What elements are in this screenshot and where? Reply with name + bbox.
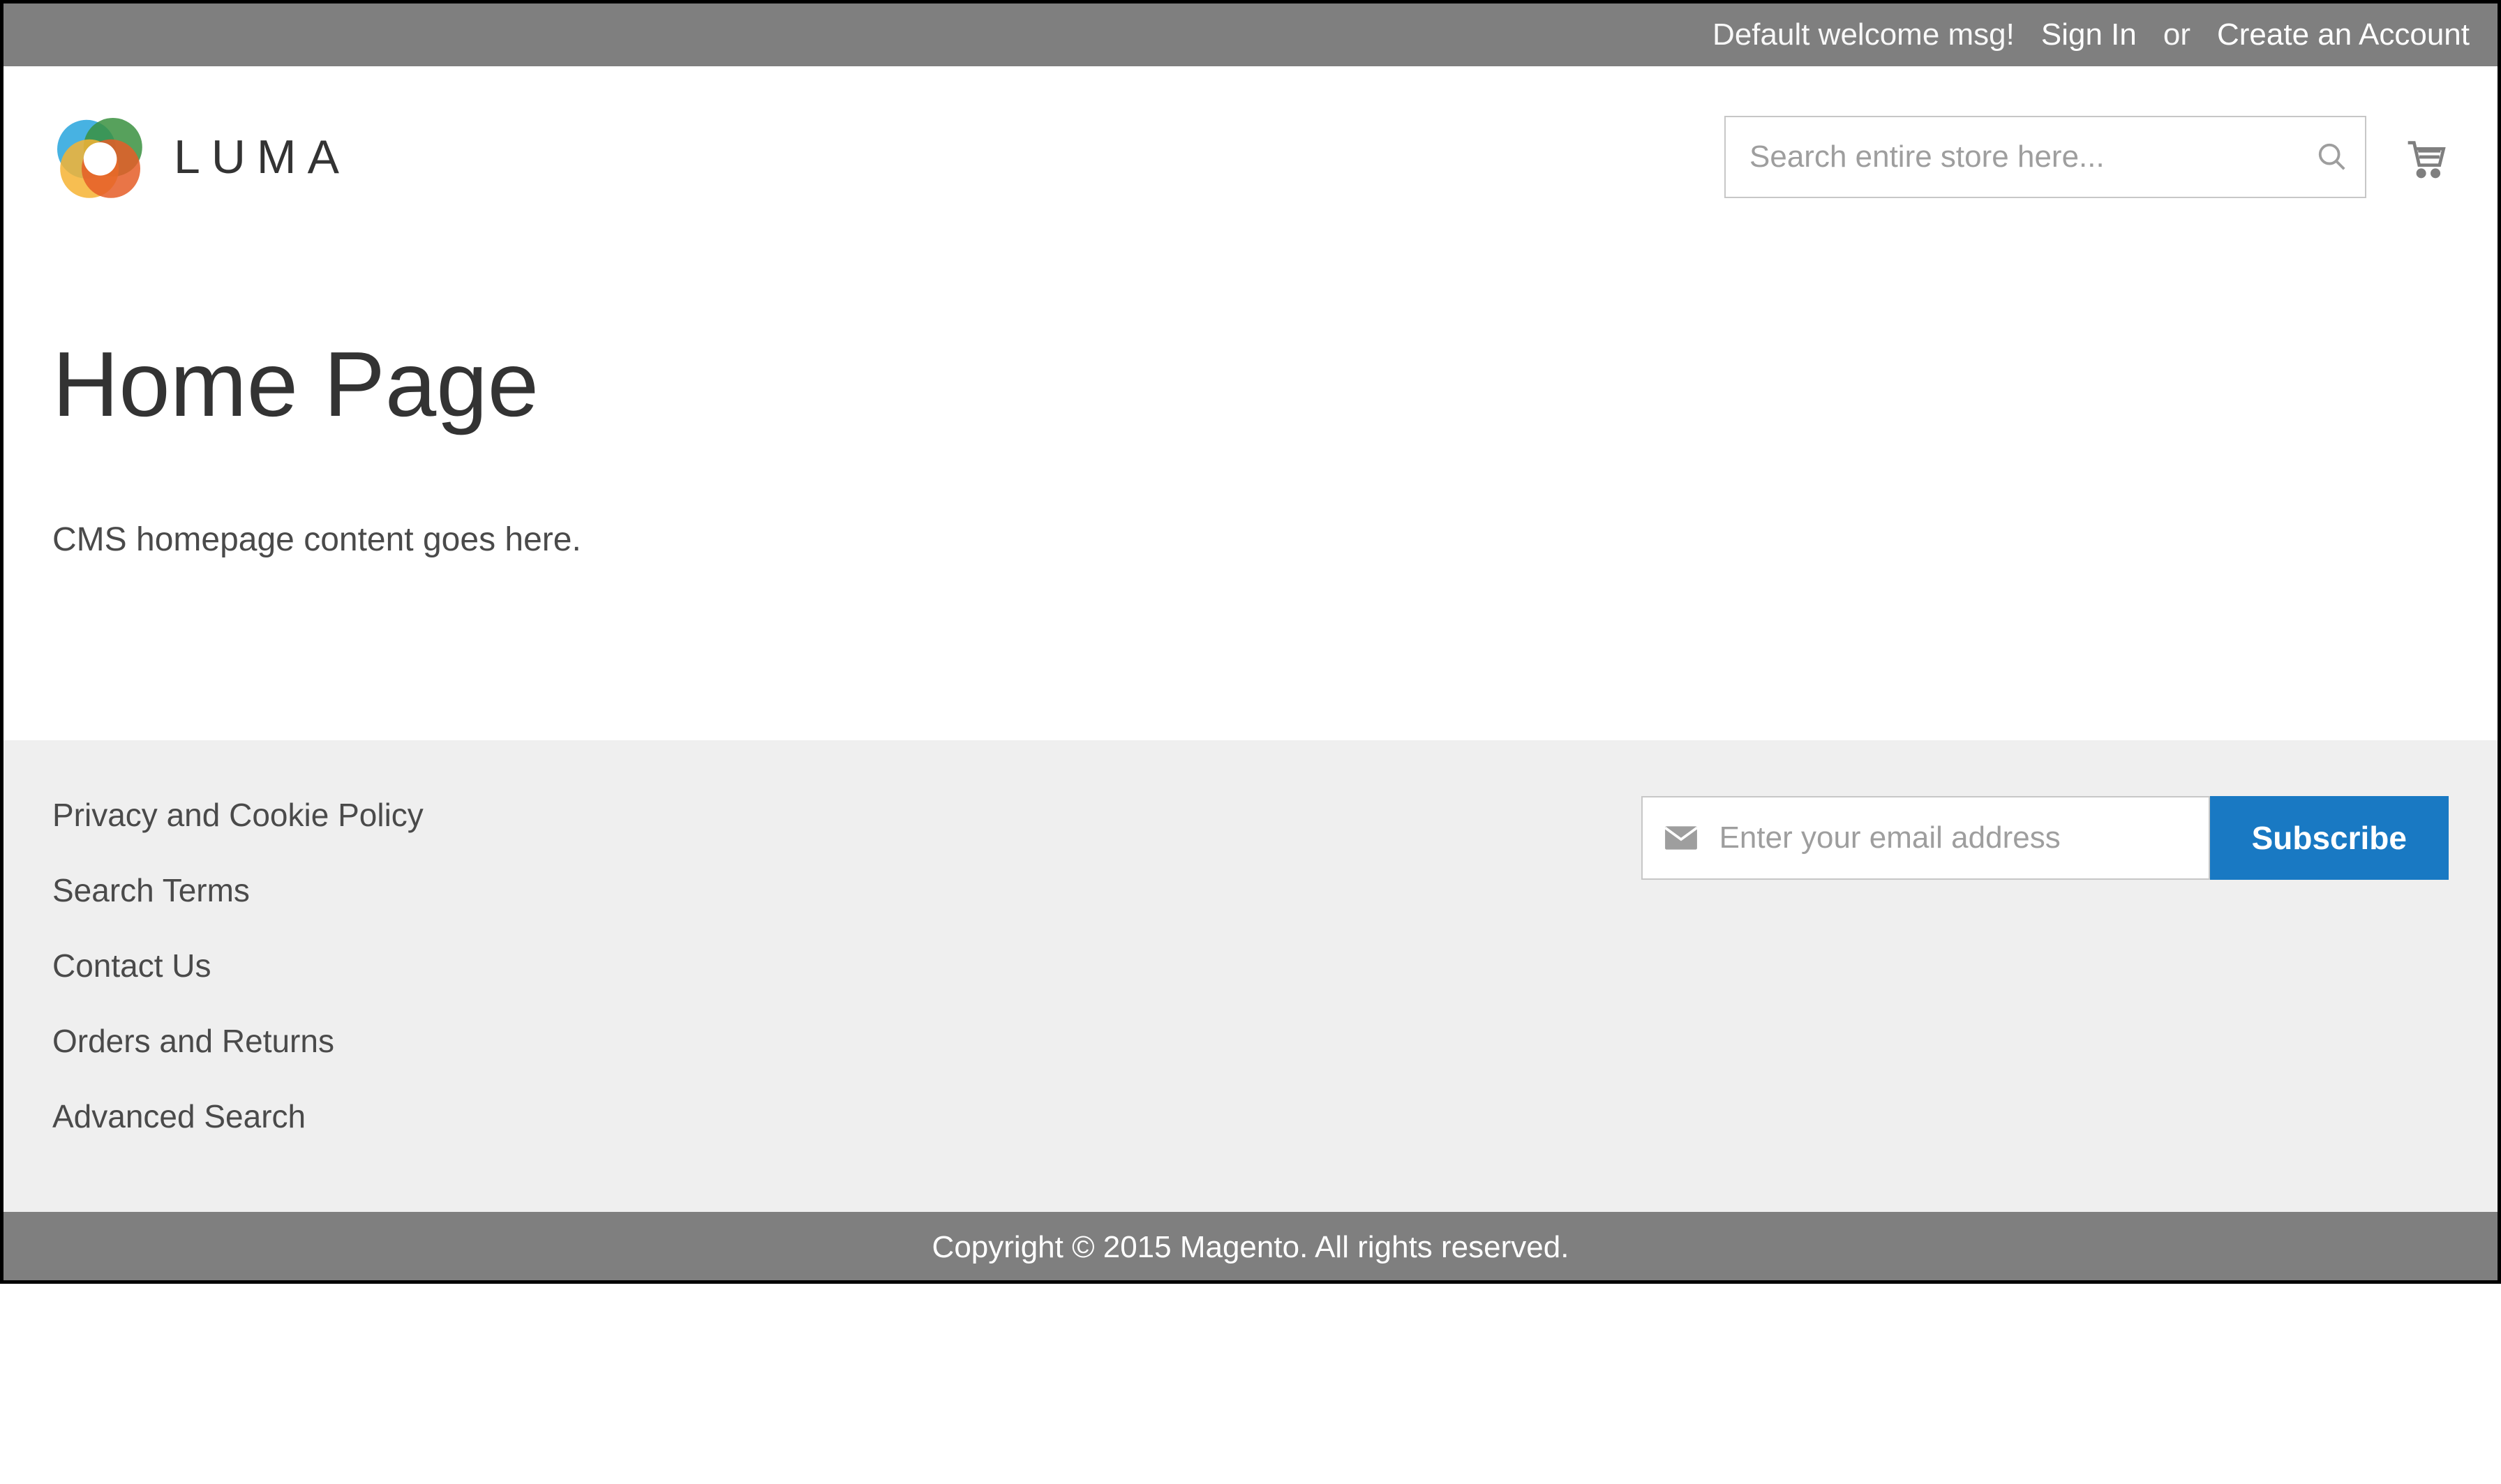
- mail-icon: [1664, 825, 1699, 851]
- footer-link-orders-returns[interactable]: Orders and Returns: [52, 1022, 424, 1060]
- header-right: [1724, 116, 2449, 198]
- header: LUMA: [3, 66, 2498, 248]
- cart-icon[interactable]: [2400, 133, 2449, 181]
- footer-links: Privacy and Cookie Policy Search Terms C…: [52, 796, 424, 1135]
- page-frame: Default welcome msg! Sign In or Create a…: [0, 0, 2501, 1284]
- main-content: Home Page CMS homepage content goes here…: [3, 248, 2498, 740]
- create-account-link[interactable]: Create an Account: [2217, 17, 2470, 52]
- copyright-text: Copyright © 2015 Magento. All rights res…: [932, 1230, 1569, 1264]
- footer-link-contact-us[interactable]: Contact Us: [52, 947, 424, 984]
- newsletter-email-input[interactable]: [1719, 820, 2188, 855]
- welcome-message: Default welcome msg!: [1712, 17, 2015, 52]
- cms-content: CMS homepage content goes here.: [52, 520, 2449, 559]
- footer-link-advanced-search[interactable]: Advanced Search: [52, 1097, 424, 1135]
- search-box[interactable]: [1724, 116, 2366, 198]
- footer-link-privacy[interactable]: Privacy and Cookie Policy: [52, 796, 424, 834]
- brand-logo[interactable]: LUMA: [52, 108, 350, 206]
- footer-link-search-terms[interactable]: Search Terms: [52, 871, 424, 909]
- brand-name: LUMA: [174, 130, 350, 184]
- luma-logo-icon: [52, 108, 150, 206]
- footer: Privacy and Cookie Policy Search Terms C…: [3, 740, 2498, 1212]
- search-input[interactable]: [1749, 140, 2316, 174]
- newsletter-form: Subscribe: [1641, 796, 2449, 880]
- subscribe-button[interactable]: Subscribe: [2210, 796, 2449, 880]
- search-icon[interactable]: [2316, 141, 2348, 173]
- newsletter-input-wrap[interactable]: [1641, 796, 2210, 880]
- page-title: Home Page: [52, 331, 2449, 437]
- or-label: or: [2163, 17, 2190, 52]
- sign-in-link[interactable]: Sign In: [2041, 17, 2137, 52]
- top-bar: Default welcome msg! Sign In or Create a…: [3, 3, 2498, 66]
- copyright-bar: Copyright © 2015 Magento. All rights res…: [3, 1212, 2498, 1280]
